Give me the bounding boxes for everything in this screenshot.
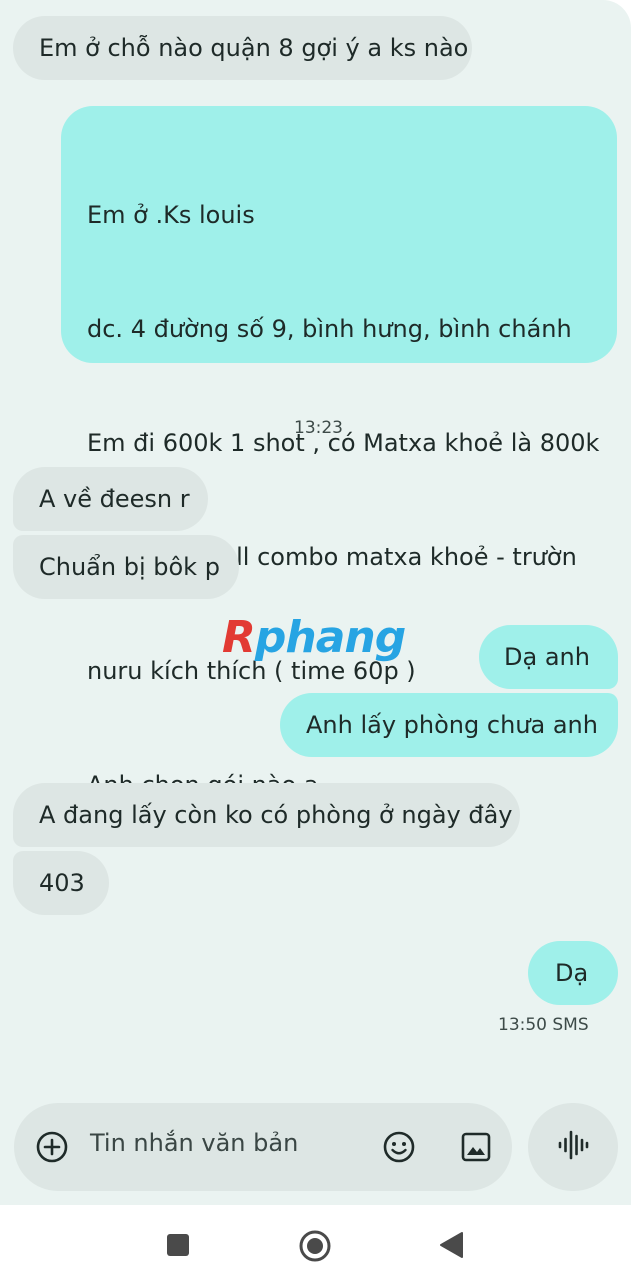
conversation-view: Em ở chỗ nào quận 8 gợi ý a ks nào Em ở … xyxy=(0,0,631,1205)
message-text: 403 xyxy=(39,869,85,897)
message-outgoing[interactable]: Anh lấy phòng chưa anh xyxy=(280,693,618,757)
voice-message-button[interactable] xyxy=(528,1103,618,1191)
message-line: Em đi 600k 1 shot , có Matxa khoẻ là 800… xyxy=(87,429,600,457)
watermark-first-letter: R xyxy=(222,612,256,663)
message-input[interactable]: Tin nhắn văn bản xyxy=(90,1129,298,1157)
message-text: Anh lấy phòng chưa anh xyxy=(306,711,598,739)
timestamp: 13:50 SMS xyxy=(498,1015,589,1035)
add-icon[interactable] xyxy=(34,1129,70,1165)
recents-icon[interactable] xyxy=(164,1231,192,1259)
message-outgoing[interactable]: Dạ xyxy=(528,941,618,1005)
message-incoming[interactable]: A đang lấy còn ko có phòng ở ngày đây xyxy=(13,783,520,847)
image-icon[interactable] xyxy=(458,1129,494,1165)
message-text: Dạ anh xyxy=(504,643,590,671)
message-outgoing[interactable]: Em ở .Ks louis dc. 4 đường số 9, bình hư… xyxy=(61,106,617,799)
system-navigation-bar xyxy=(0,1205,631,1280)
emoji-icon[interactable] xyxy=(381,1129,417,1165)
message-incoming[interactable]: Chuẩn bị bôk p xyxy=(13,535,239,599)
back-icon[interactable] xyxy=(436,1229,466,1261)
message-composer[interactable]: Tin nhắn văn bản xyxy=(14,1103,512,1191)
message-outgoing[interactable]: Dạ anh xyxy=(479,625,618,689)
voice-icon xyxy=(556,1128,590,1166)
home-icon[interactable] xyxy=(296,1227,334,1265)
message-text: Chuẩn bị bôk p xyxy=(39,553,220,581)
watermark-rest: phang xyxy=(254,612,406,663)
message-incoming[interactable]: 403 xyxy=(13,851,109,915)
message-text: Dạ xyxy=(555,959,589,987)
message-text: Em ở chỗ nào quận 8 gợi ý a ks nào xyxy=(39,34,469,62)
message-text: A đang lấy còn ko có phòng ở ngày đây xyxy=(39,801,513,829)
message-incoming[interactable]: A về đeesn r xyxy=(13,467,208,531)
message-text: A về đeesn r xyxy=(39,485,190,513)
timestamp: 13:23 xyxy=(294,418,343,438)
message-incoming[interactable]: Em ở chỗ nào quận 8 gợi ý a ks nào xyxy=(13,16,472,80)
message-line: Em ở .Ks louis xyxy=(87,201,255,229)
message-line: dc. 4 đường số 9, bình hưng, bình chánh xyxy=(87,315,572,343)
watermark-logo: Rphang xyxy=(222,612,406,663)
